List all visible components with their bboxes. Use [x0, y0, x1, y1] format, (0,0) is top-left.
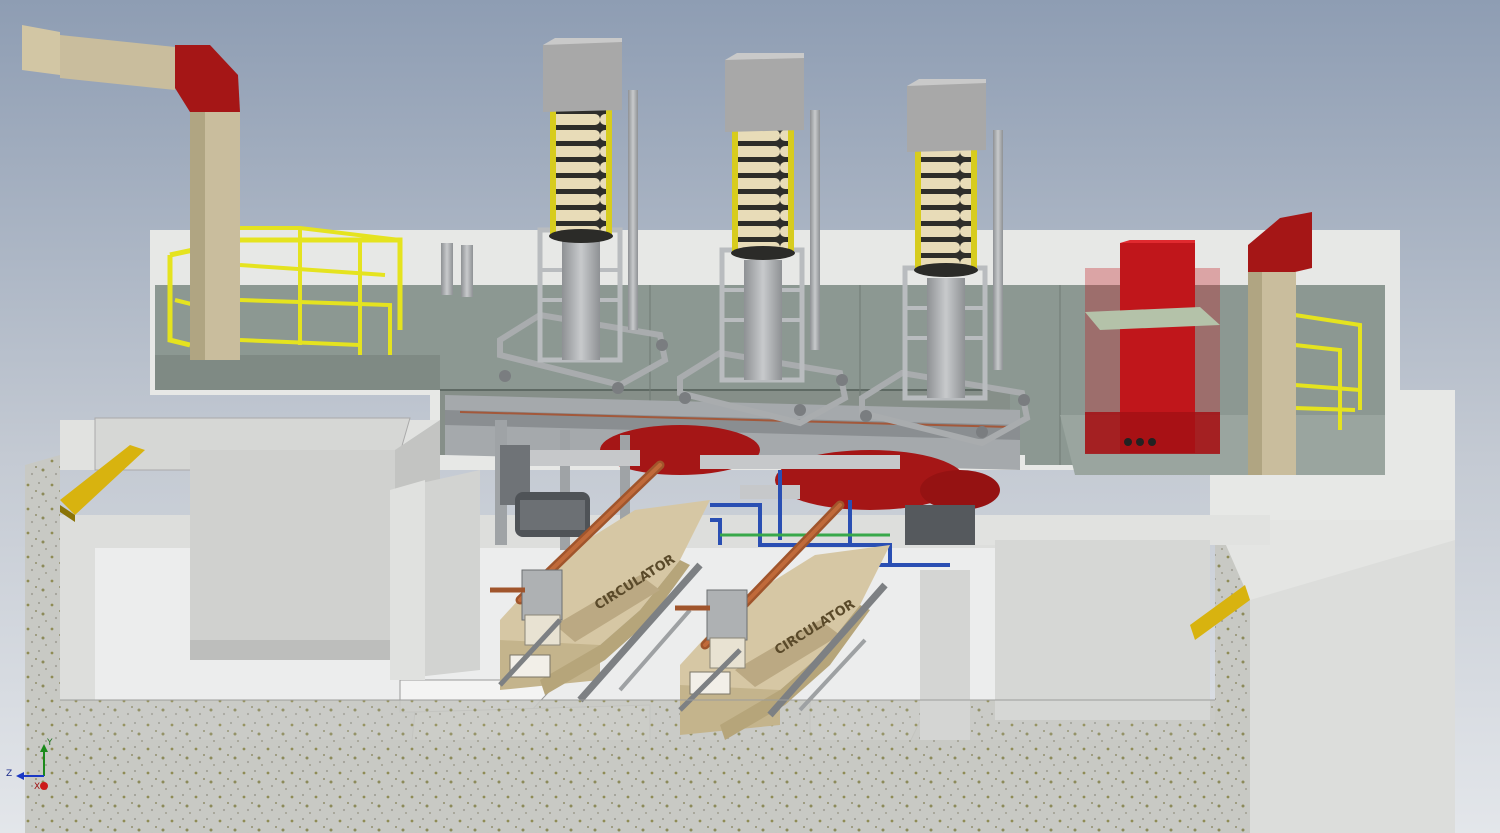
- middle-pillar: [390, 470, 480, 680]
- red-equipment-rack: [1085, 240, 1220, 454]
- axis-x-label: X: [34, 782, 41, 792]
- axis-z-label: Z: [6, 769, 13, 779]
- assembly-model-view: CIRCULATOR CIRCULATOR: [0, 0, 1500, 833]
- cad-viewport[interactable]: CIRCULATOR CIRCULATOR Y Z X: [0, 0, 1500, 833]
- axis-y-label: Y: [47, 738, 53, 748]
- view-triad[interactable]: Y Z X: [6, 738, 58, 796]
